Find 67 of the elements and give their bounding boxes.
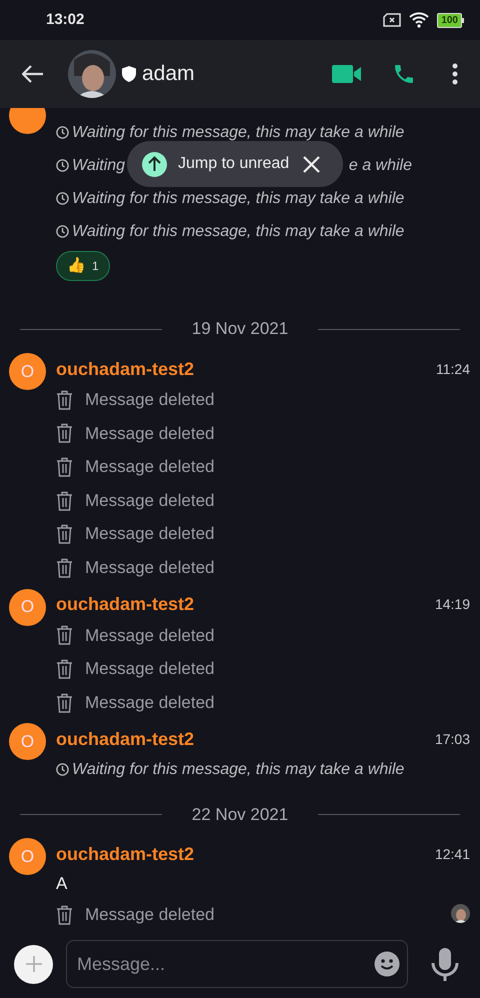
clock-icon [56, 763, 69, 776]
jump-to-unread-banner[interactable]: Jump to unread [127, 141, 343, 187]
message-time: 17:03 [434, 730, 470, 749]
plus-icon [24, 955, 42, 973]
trash-icon [56, 625, 73, 646]
deleted-message: Message deleted [85, 692, 214, 714]
message-time: 14:19 [434, 595, 470, 614]
waiting-message: e a while [348, 156, 412, 176]
status-time: 13:02 [46, 10, 84, 30]
clock-icon [56, 225, 69, 238]
message-time: 11:24 [436, 360, 470, 378]
deleted-message: Message deleted [85, 624, 214, 647]
deleted-message: Message deleted [85, 389, 214, 412]
shield-icon [122, 66, 136, 82]
sender-avatar: O [9, 353, 46, 390]
trash-icon [56, 456, 73, 477]
sim-card-icon [383, 13, 402, 27]
sender-name: ouchadam-test2 [56, 842, 194, 866]
date-separator: 19 Nov 2021 [190, 318, 290, 340]
trash-icon [56, 558, 73, 578]
trash-icon [56, 905, 73, 926]
deleted-message: Message deleted [85, 523, 214, 546]
deleted-message: Message deleted [85, 904, 214, 926]
deleted-message: Message deleted [85, 422, 214, 445]
trash-icon [56, 524, 73, 544]
clock-icon [56, 192, 69, 205]
wifi-icon [409, 12, 430, 28]
deleted-message: Message deleted [85, 490, 214, 512]
sender-avatar: O [9, 723, 46, 760]
message-input-field[interactable]: Message... [66, 940, 408, 988]
trash-icon [56, 692, 73, 713]
sender-name: ouchadam-test2 [56, 728, 194, 751]
deleted-message: Message deleted [85, 456, 214, 478]
reaction-chip[interactable]: 👍 1 [56, 251, 110, 281]
trash-icon [56, 390, 73, 410]
waiting-message: Waiting for this message, this may take a while [72, 188, 404, 208]
waiting-message: Waiting for this message, this may take a while [72, 122, 404, 142]
contact-name: adam [142, 61, 195, 88]
waiting-message: Waiting for this message, this may take a while [72, 222, 404, 242]
clock-icon [56, 126, 69, 139]
waiting-message: Waiting [72, 156, 126, 176]
add-attachment-button[interactable] [14, 944, 53, 984]
sender-name: ouchadam-test2 [56, 358, 194, 380]
contact-avatar[interactable] [68, 50, 116, 98]
video-call-icon[interactable] [332, 64, 362, 84]
waiting-message: Waiting for this message, this may take a while [72, 760, 404, 780]
sender-avatar: O [9, 838, 46, 876]
back-arrow-icon[interactable] [22, 65, 44, 83]
deleted-message: Message deleted [85, 658, 214, 680]
clock-icon [56, 159, 69, 172]
deleted-message: Message deleted [85, 557, 214, 580]
date-separator: 22 Nov 2021 [190, 804, 290, 826]
trash-icon [56, 490, 73, 511]
emoji-icon[interactable] [374, 951, 400, 977]
more-options-icon[interactable] [452, 63, 458, 85]
read-receipt-avatar [451, 904, 470, 923]
battery-icon: 100 [437, 12, 464, 28]
close-icon[interactable] [303, 156, 320, 172]
trash-icon [56, 423, 73, 444]
microphone-icon[interactable] [431, 948, 459, 980]
sender-avatar [9, 108, 46, 134]
trash-icon [56, 658, 73, 679]
message-text: A [56, 872, 68, 895]
phone-icon[interactable] [392, 62, 416, 86]
sender-avatar: O [9, 588, 46, 626]
sender-name: ouchadam-test2 [56, 593, 194, 616]
message-time: 12:41 [434, 844, 470, 864]
